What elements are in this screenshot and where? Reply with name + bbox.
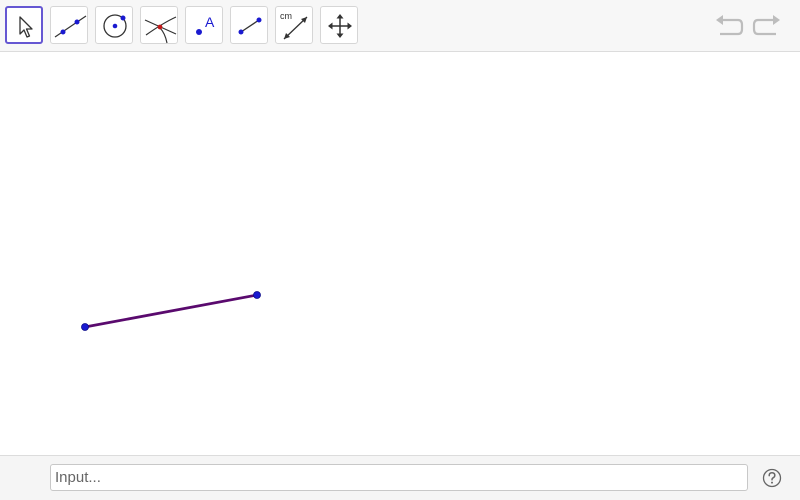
undo-icon[interactable] xyxy=(714,12,744,40)
point-tool[interactable]: A xyxy=(185,6,223,44)
cursor-arrow-icon xyxy=(19,16,33,38)
line-tool[interactable] xyxy=(50,6,88,44)
line-through-two-points-icon xyxy=(54,15,87,38)
point-tool-label: A xyxy=(205,14,215,30)
segment[interactable] xyxy=(83,293,259,329)
circle-center-point-icon xyxy=(103,14,127,38)
segment-icon xyxy=(238,17,262,35)
redo-icon[interactable] xyxy=(752,12,782,40)
distance-tool[interactable]: cm xyxy=(275,6,313,44)
circle-tool[interactable] xyxy=(95,6,133,44)
point[interactable] xyxy=(253,291,261,299)
help-icon[interactable] xyxy=(762,468,782,488)
distance-tool-label: cm xyxy=(280,11,292,21)
input-field[interactable] xyxy=(50,464,748,491)
intersect-tool[interactable] xyxy=(140,6,178,44)
move-view-tool[interactable] xyxy=(320,6,358,44)
distance-measure-icon: cm xyxy=(280,11,308,40)
point-with-label-icon: A xyxy=(196,14,215,35)
move-arrows-icon xyxy=(328,14,352,38)
graphics-canvas[interactable] xyxy=(0,53,800,455)
toolbar: A cm xyxy=(0,0,800,52)
segment-tool[interactable] xyxy=(230,6,268,44)
intersect-icon xyxy=(144,16,177,44)
input-bar xyxy=(0,455,800,500)
move-tool[interactable] xyxy=(5,6,43,44)
graphics-view[interactable] xyxy=(0,53,800,455)
point[interactable] xyxy=(81,323,89,331)
